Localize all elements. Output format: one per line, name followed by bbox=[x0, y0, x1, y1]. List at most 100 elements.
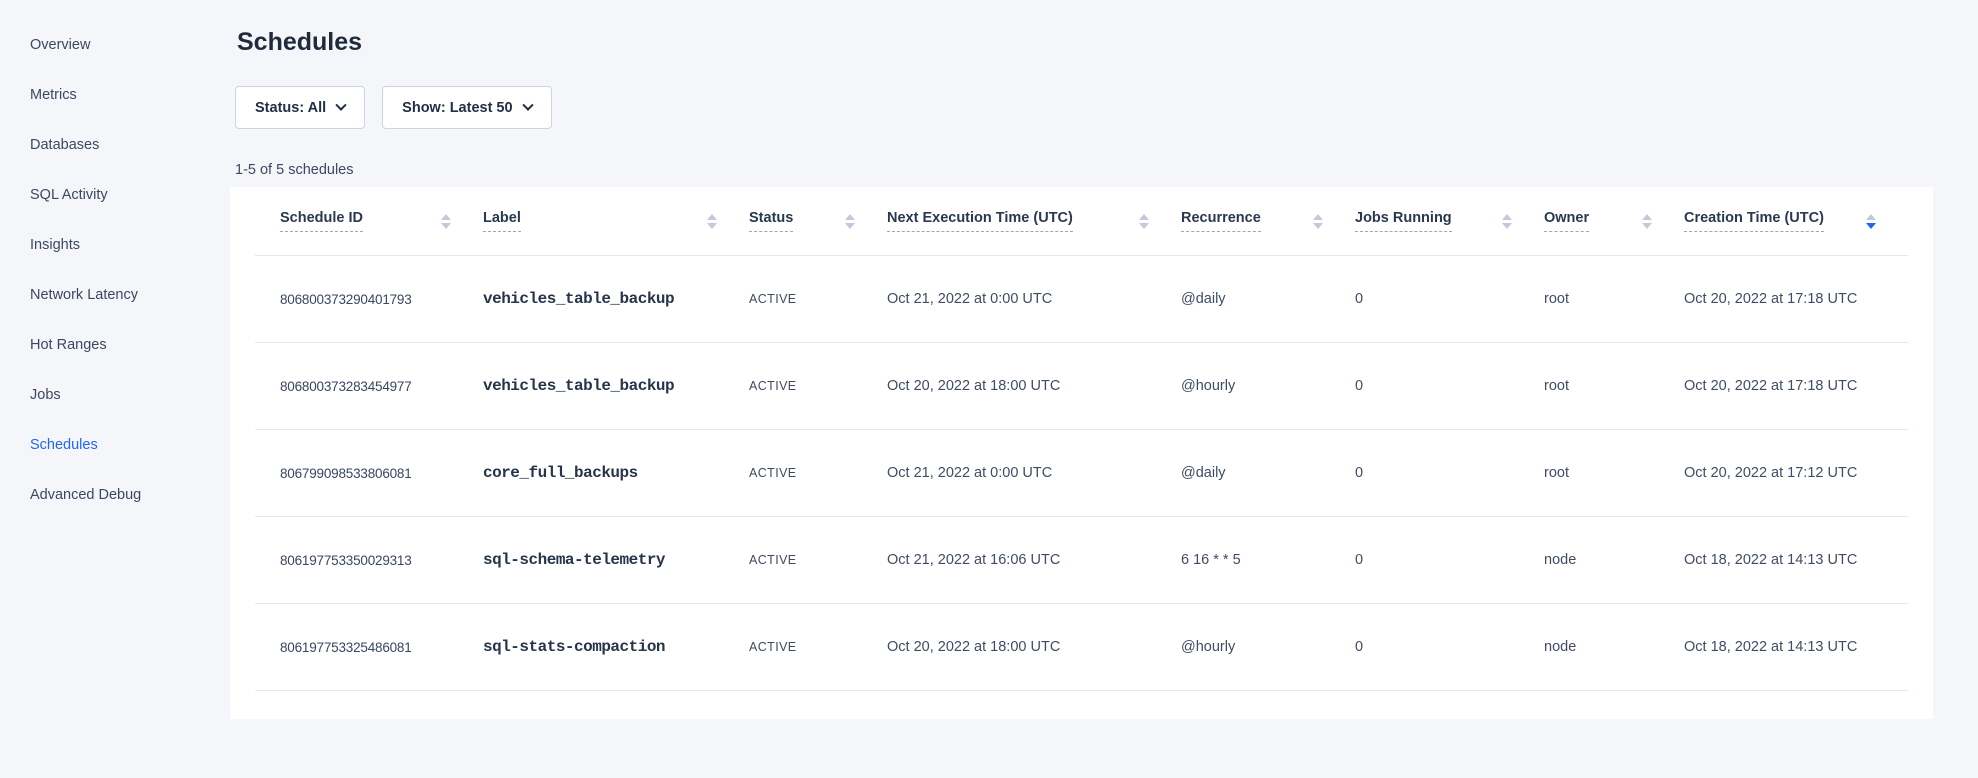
cell-next-execution-time: Oct 21, 2022 at 16:06 UTC bbox=[887, 552, 1181, 568]
results-count: 1-5 of 5 schedules bbox=[235, 161, 1933, 179]
cell-creation-time: Oct 20, 2022 at 17:18 UTC bbox=[1684, 291, 1908, 307]
sidebar-item-label: Insights bbox=[30, 237, 80, 253]
cell-owner: root bbox=[1544, 465, 1684, 481]
cell-next-execution-time: Oct 20, 2022 at 18:00 UTC bbox=[887, 639, 1181, 655]
cell-owner: node bbox=[1544, 639, 1684, 655]
column-header-label: Owner bbox=[1544, 210, 1589, 232]
sort-down-arrow-icon bbox=[1866, 223, 1876, 229]
cell-next-execution-time: Oct 21, 2022 at 0:00 UTC bbox=[887, 291, 1181, 307]
cell-schedule-id[interactable]: 806800373283454977 bbox=[280, 379, 483, 394]
cell-schedule-id[interactable]: 806800373290401793 bbox=[280, 292, 483, 307]
cell-recurrence: @hourly bbox=[1181, 639, 1355, 655]
column-header-label: Jobs Running bbox=[1355, 210, 1452, 232]
cell-schedule-id[interactable]: 806197753350029313 bbox=[280, 553, 483, 568]
cell-jobs-running: 0 bbox=[1355, 291, 1544, 307]
sidebar-item-label: Overview bbox=[30, 37, 90, 53]
sort-up-arrow-icon bbox=[845, 214, 855, 220]
table-body: 806800373290401793vehicles_table_backupA… bbox=[255, 256, 1908, 691]
sort-up-arrow-icon bbox=[1139, 214, 1149, 220]
sidebar-item-label: SQL Activity bbox=[30, 187, 108, 203]
cell-recurrence: @daily bbox=[1181, 465, 1355, 481]
sidebar-item-metrics[interactable]: Metrics bbox=[30, 70, 230, 120]
chevron-down-icon bbox=[336, 99, 347, 110]
cell-next-execution-time: Oct 20, 2022 at 18:00 UTC bbox=[887, 378, 1181, 394]
cell-jobs-running: 0 bbox=[1355, 378, 1544, 394]
sidebar-item-hot-ranges[interactable]: Hot Ranges bbox=[30, 320, 230, 370]
cell-next-execution-time: Oct 21, 2022 at 0:00 UTC bbox=[887, 465, 1181, 481]
cell-recurrence: @daily bbox=[1181, 291, 1355, 307]
main-content: Schedules Status: All Show: Latest 50 1-… bbox=[230, 0, 1978, 778]
sidebar-item-label: Databases bbox=[30, 137, 99, 153]
sort-down-arrow-icon bbox=[845, 223, 855, 229]
table-row[interactable]: 806799098533806081core_full_backupsACTIV… bbox=[255, 430, 1908, 517]
sidebar-item-schedules[interactable]: Schedules bbox=[30, 420, 230, 470]
cell-creation-time: Oct 20, 2022 at 17:18 UTC bbox=[1684, 378, 1908, 394]
column-header-schedule-id[interactable]: Schedule ID bbox=[280, 210, 483, 232]
column-header-recurrence[interactable]: Recurrence bbox=[1181, 210, 1355, 232]
cell-schedule-id[interactable]: 806197753325486081 bbox=[280, 640, 483, 655]
cell-status: ACTIVE bbox=[749, 379, 887, 393]
column-header-jobs-running[interactable]: Jobs Running bbox=[1355, 210, 1544, 232]
cell-recurrence: @hourly bbox=[1181, 378, 1355, 394]
sidebar-item-databases[interactable]: Databases bbox=[30, 120, 230, 170]
column-header-label: Label bbox=[483, 210, 521, 232]
column-header-next-execution-time-utc[interactable]: Next Execution Time (UTC) bbox=[887, 210, 1181, 232]
cell-status: ACTIVE bbox=[749, 640, 887, 654]
show-filter-dropdown[interactable]: Show: Latest 50 bbox=[382, 86, 551, 129]
sidebar-item-overview[interactable]: Overview bbox=[30, 20, 230, 70]
table-row[interactable]: 806197753325486081sql-stats-compactionAC… bbox=[255, 604, 1908, 691]
column-header-label[interactable]: Label bbox=[483, 210, 749, 232]
sidebar-item-label: Jobs bbox=[30, 387, 61, 403]
sidebar-item-label: Schedules bbox=[30, 437, 98, 453]
column-header-label: Creation Time (UTC) bbox=[1684, 210, 1824, 232]
sort-icon[interactable] bbox=[845, 214, 855, 229]
sidebar-item-advanced-debug[interactable]: Advanced Debug bbox=[30, 470, 230, 520]
sort-icon[interactable] bbox=[1139, 214, 1149, 229]
sort-icon[interactable] bbox=[1866, 214, 1876, 229]
cell-label: sql-stats-compaction bbox=[483, 638, 749, 656]
column-header-owner[interactable]: Owner bbox=[1544, 210, 1684, 232]
column-header-status[interactable]: Status bbox=[749, 210, 887, 232]
sort-down-arrow-icon bbox=[1313, 223, 1323, 229]
cell-recurrence: 6 16 * * 5 bbox=[1181, 552, 1355, 568]
cell-owner: root bbox=[1544, 378, 1684, 394]
sort-icon[interactable] bbox=[1502, 214, 1512, 229]
sidebar-item-jobs[interactable]: Jobs bbox=[30, 370, 230, 420]
show-filter-label: Show: Latest 50 bbox=[402, 100, 512, 116]
sort-down-arrow-icon bbox=[707, 223, 717, 229]
cell-creation-time: Oct 18, 2022 at 14:13 UTC bbox=[1684, 552, 1908, 568]
cell-jobs-running: 0 bbox=[1355, 465, 1544, 481]
status-filter-label: Status: All bbox=[255, 100, 326, 116]
column-header-creation-time-utc[interactable]: Creation Time (UTC) bbox=[1684, 210, 1908, 232]
sidebar-item-label: Metrics bbox=[30, 87, 77, 103]
status-filter-dropdown[interactable]: Status: All bbox=[235, 86, 365, 129]
sort-down-arrow-icon bbox=[1139, 223, 1149, 229]
sidebar-item-network-latency[interactable]: Network Latency bbox=[30, 270, 230, 320]
cell-owner: node bbox=[1544, 552, 1684, 568]
column-header-label: Status bbox=[749, 210, 793, 232]
cell-status: ACTIVE bbox=[749, 553, 887, 567]
sort-icon[interactable] bbox=[707, 214, 717, 229]
sort-icon[interactable] bbox=[1313, 214, 1323, 229]
sort-icon[interactable] bbox=[441, 214, 451, 229]
cell-creation-time: Oct 20, 2022 at 17:12 UTC bbox=[1684, 465, 1908, 481]
table-row[interactable]: 806197753350029313sql-schema-telemetryAC… bbox=[255, 517, 1908, 604]
sidebar-item-sql-activity[interactable]: SQL Activity bbox=[30, 170, 230, 220]
cell-jobs-running: 0 bbox=[1355, 552, 1544, 568]
chevron-down-icon bbox=[522, 99, 533, 110]
cell-jobs-running: 0 bbox=[1355, 639, 1544, 655]
filter-bar: Status: All Show: Latest 50 bbox=[235, 86, 1933, 129]
sort-icon[interactable] bbox=[1642, 214, 1652, 229]
sort-down-arrow-icon bbox=[1642, 223, 1652, 229]
cell-owner: root bbox=[1544, 291, 1684, 307]
cell-schedule-id[interactable]: 806799098533806081 bbox=[280, 466, 483, 481]
table-header-row: Schedule ID Label Status Next Execution … bbox=[255, 187, 1908, 256]
cell-status: ACTIVE bbox=[749, 466, 887, 480]
cell-creation-time: Oct 18, 2022 at 14:13 UTC bbox=[1684, 639, 1908, 655]
table-row[interactable]: 806800373283454977vehicles_table_backupA… bbox=[255, 343, 1908, 430]
sort-up-arrow-icon bbox=[1642, 214, 1652, 220]
cell-status: ACTIVE bbox=[749, 292, 887, 306]
sidebar-item-insights[interactable]: Insights bbox=[30, 220, 230, 270]
table-row[interactable]: 806800373290401793vehicles_table_backupA… bbox=[255, 256, 1908, 343]
cell-label: core_full_backups bbox=[483, 464, 749, 482]
